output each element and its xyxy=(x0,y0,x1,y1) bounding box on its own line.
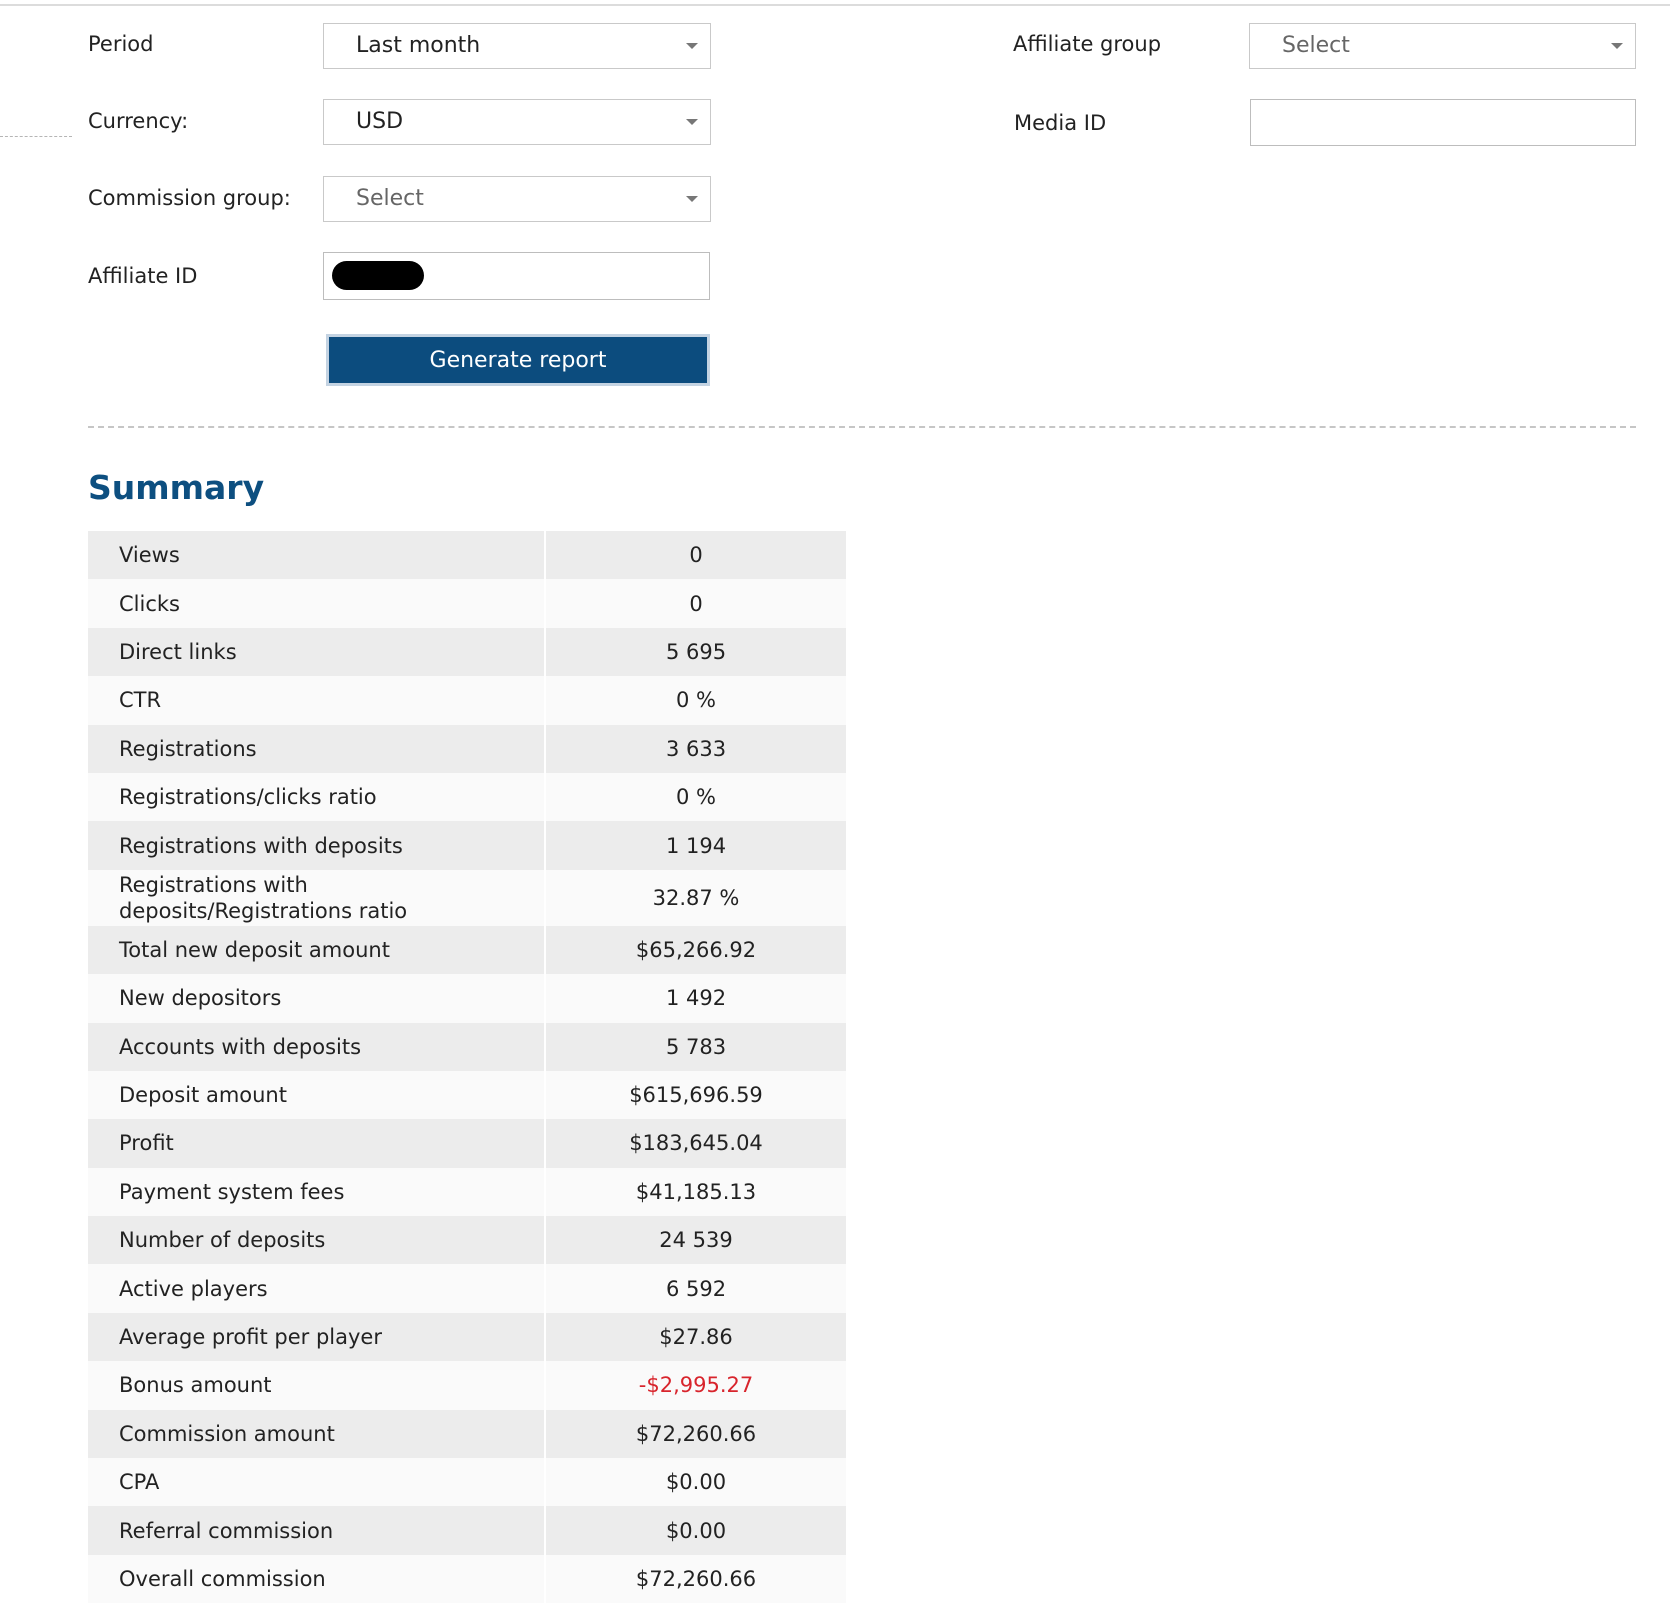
summary-row: Average profit per player $27.86 xyxy=(88,1312,846,1362)
redacted-value xyxy=(332,261,424,290)
commission-group-select-placeholder: Select xyxy=(356,186,424,211)
commission-group-label: Commission group: xyxy=(88,186,291,210)
summary-row: Accounts with deposits 5 783 xyxy=(88,1022,846,1071)
summary-row: Registrations with deposits/Registration… xyxy=(88,869,846,926)
summary-row-label: Deposit amount xyxy=(88,1070,546,1120)
summary-row: Direct links 5 695 xyxy=(88,627,846,677)
summary-row-value: $72,260.66 xyxy=(635,1421,757,1446)
commission-group-select[interactable]: Select xyxy=(323,176,711,222)
media-id-label: Media ID xyxy=(1014,111,1107,135)
summary-row: Active players 6 592 xyxy=(88,1264,846,1313)
currency-label: Currency: xyxy=(88,109,189,133)
summary-row-label: Registrations with deposits xyxy=(88,821,546,870)
summary-row-value: 0 % xyxy=(676,785,716,810)
summary-row-value: 0 % xyxy=(676,688,716,713)
summary-row-label: Average profit per player xyxy=(88,1312,546,1362)
chevron-down-icon xyxy=(686,119,698,125)
summary-row: New depositors 1 492 xyxy=(88,974,846,1023)
summary-row-value: 5 783 xyxy=(665,1034,727,1059)
summary-row-value: $0.00 xyxy=(665,1518,727,1543)
generate-report-button[interactable]: Generate report xyxy=(326,334,710,386)
summary-row-label: Direct links xyxy=(88,627,546,677)
summary-table: Views 0 Clicks 0 Direct links 5 695 CTR 0 % Regi… xyxy=(88,531,846,1604)
media-id-input[interactable] xyxy=(1250,99,1636,146)
chevron-down-icon xyxy=(1611,43,1623,49)
top-border xyxy=(0,4,1670,6)
summary-row: CPA $0.00 xyxy=(88,1458,846,1507)
summary-row: Registrations 3 633 xyxy=(88,724,846,773)
summary-row: Payment system fees $41,185.13 xyxy=(88,1167,846,1217)
summary-row: Overall commission $72,260.66 xyxy=(88,1554,846,1604)
summary-row-label: Clicks xyxy=(88,579,546,628)
summary-row: Registrations/clicks ratio 0 % xyxy=(88,772,846,822)
summary-row-value: $183,645.04 xyxy=(629,1131,763,1156)
currency-select[interactable]: USD xyxy=(323,99,711,145)
summary-row: Number of deposits 24 539 xyxy=(88,1216,846,1265)
left-divider xyxy=(0,136,72,137)
summary-row-label: CTR xyxy=(88,676,546,725)
summary-row-value: $27.86 xyxy=(659,1325,733,1350)
summary-row-value: $41,185.13 xyxy=(635,1179,757,1204)
affiliate-group-select[interactable]: Select xyxy=(1249,23,1636,69)
currency-select-value: USD xyxy=(356,109,404,134)
summary-row-label: Bonus amount xyxy=(88,1361,546,1410)
summary-row-label: Registrations/clicks ratio xyxy=(88,772,546,822)
summary-row-value: $0.00 xyxy=(665,1470,727,1495)
summary-row: Views 0 xyxy=(88,531,846,580)
summary-row-value: $65,266.92 xyxy=(635,937,757,962)
summary-row: Total new deposit amount $65,266.92 xyxy=(88,925,846,975)
summary-row-label: Overall commission xyxy=(88,1554,546,1604)
affiliate-id-input[interactable] xyxy=(323,252,710,300)
summary-row-label: Total new deposit amount xyxy=(88,925,546,975)
summary-title: Summary xyxy=(88,468,265,507)
summary-row-label: Registrations xyxy=(88,724,546,773)
summary-row-value: 24 539 xyxy=(659,1228,733,1253)
period-select[interactable]: Last month xyxy=(323,23,711,69)
summary-row: Clicks 0 xyxy=(88,579,846,628)
summary-row-label: CPA xyxy=(88,1458,546,1507)
summary-row-value: 1 492 xyxy=(665,986,727,1011)
summary-row-label: Accounts with deposits xyxy=(88,1022,546,1071)
summary-row-label: Commission amount xyxy=(88,1409,546,1459)
chevron-down-icon xyxy=(686,43,698,49)
summary-row: Deposit amount $615,696.59 xyxy=(88,1070,846,1120)
summary-row: CTR 0 % xyxy=(88,676,846,725)
section-divider xyxy=(88,426,1636,428)
summary-row-label: Registrations with deposits/Registration… xyxy=(88,869,546,926)
period-select-value: Last month xyxy=(356,33,481,58)
affiliate-id-label: Affiliate ID xyxy=(88,264,198,288)
summary-row: Registrations with deposits 1 194 xyxy=(88,821,846,870)
summary-row-label: Number of deposits xyxy=(88,1216,546,1265)
summary-row-value: 1 194 xyxy=(665,833,727,858)
summary-row-value: 3 633 xyxy=(665,736,727,761)
summary-row-value: 32.87 % xyxy=(652,885,740,910)
summary-row-value: -$2,995.27 xyxy=(638,1373,754,1398)
summary-row-label: Active players xyxy=(88,1264,546,1313)
summary-row-value: 0 xyxy=(689,543,703,568)
summary-row-label: Profit xyxy=(88,1119,546,1168)
summary-row: Bonus amount -$2,995.27 xyxy=(88,1361,846,1410)
affiliate-group-label: Affiliate group xyxy=(1013,32,1162,56)
summary-row-label: Payment system fees xyxy=(88,1167,546,1217)
chevron-down-icon xyxy=(686,196,698,202)
summary-row-value: 6 592 xyxy=(665,1276,727,1301)
affiliate-group-select-placeholder: Select xyxy=(1282,33,1350,58)
summary-row-value: $72,260.66 xyxy=(635,1567,757,1591)
summary-row-label: Views xyxy=(88,531,546,580)
summary-row-value: $615,696.59 xyxy=(629,1083,763,1108)
summary-row: Profit $183,645.04 xyxy=(88,1119,846,1168)
summary-row: Commission amount $72,260.66 xyxy=(88,1409,846,1459)
summary-row-value: 0 xyxy=(689,591,703,616)
summary-row-label: Referral commission xyxy=(88,1506,546,1555)
summary-row: Referral commission $0.00 xyxy=(88,1506,846,1555)
period-label: Period xyxy=(88,32,154,56)
summary-row-value: 5 695 xyxy=(665,639,727,664)
summary-row-label: New depositors xyxy=(88,974,546,1023)
